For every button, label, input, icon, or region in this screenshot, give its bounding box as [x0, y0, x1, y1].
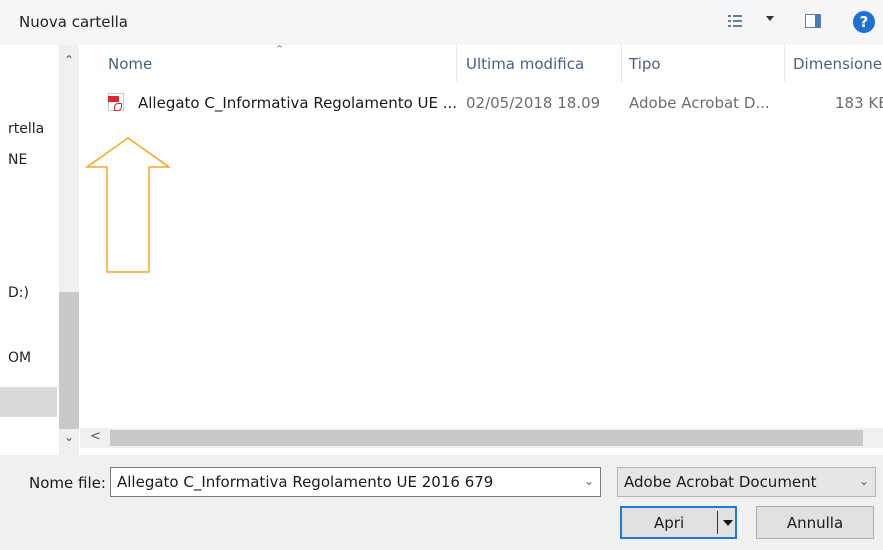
file-name: Allegato C_Informativa Regolamento UE ..…: [138, 94, 458, 112]
file-type: Adobe Acrobat D...: [629, 94, 770, 112]
horizontal-scrollbar[interactable]: <: [80, 428, 883, 448]
file-modified: 02/05/2018 18.09: [466, 94, 601, 112]
file-size: 183 KB: [835, 94, 883, 112]
open-dropdown-arrow-icon[interactable]: [723, 520, 733, 526]
cancel-button-label: Annulla: [786, 514, 844, 532]
filetype-value[interactable]: Adobe Acrobat Document: [624, 473, 817, 491]
filetype-select[interactable]: Adobe Acrobat Document ⌄: [617, 467, 876, 497]
chevron-down-icon[interactable]: ⌄: [859, 474, 869, 488]
preview-pane-icon[interactable]: [805, 14, 821, 28]
nav-item-folder[interactable]: rtella: [8, 121, 44, 137]
file-list: ⌃ Nome Ultima modifica Tipo Dimensione A…: [80, 43, 883, 455]
toolbar: Nuova cartella ?: [0, 0, 883, 45]
dialog-footer: Nome file: Allegato C_Informativa Regola…: [0, 455, 883, 550]
chevron-down-icon[interactable]: ⌄: [584, 474, 594, 488]
annotation-arrow-icon: [86, 137, 170, 273]
nav-scroll-thumb[interactable]: [59, 292, 79, 429]
help-icon[interactable]: ?: [853, 11, 875, 33]
column-divider[interactable]: [621, 45, 622, 82]
horizontal-scroll-thumb[interactable]: [110, 430, 863, 446]
column-divider[interactable]: [456, 45, 457, 82]
file-row[interactable]: Allegato C_Informativa Regolamento UE ..…: [104, 92, 883, 114]
open-button[interactable]: Apri: [620, 506, 737, 539]
filename-value[interactable]: Allegato C_Informativa Regolamento UE 20…: [117, 473, 493, 491]
column-header-type[interactable]: Tipo: [629, 55, 661, 73]
chevron-down-icon[interactable]: [766, 16, 774, 21]
filename-input[interactable]: Allegato C_Informativa Regolamento UE 20…: [110, 467, 601, 497]
scroll-down-icon[interactable]: ⌄: [64, 430, 74, 444]
nav-item-ne[interactable]: NE: [8, 152, 27, 168]
open-button-label: Apri: [654, 514, 685, 532]
scroll-up-icon[interactable]: ⌃: [64, 53, 74, 67]
nav-item-selected-highlight: [0, 387, 57, 417]
sort-ascending-icon: ⌃: [275, 43, 285, 56]
pdf-icon: [108, 93, 124, 111]
split-divider: [717, 511, 718, 534]
cancel-button[interactable]: Annulla: [756, 506, 874, 539]
column-header-size[interactable]: Dimensione: [793, 55, 882, 73]
new-folder-button[interactable]: Nuova cartella: [19, 13, 128, 31]
column-divider[interactable]: [784, 45, 785, 82]
scroll-left-icon[interactable]: <: [90, 429, 101, 444]
column-header-name[interactable]: Nome: [108, 55, 152, 73]
view-options-icon[interactable]: [728, 14, 742, 28]
nav-scrollbar[interactable]: ⌃ ⌄: [59, 45, 79, 455]
filename-label: Nome file:: [29, 474, 106, 492]
nav-item-drive-d[interactable]: D:): [8, 285, 29, 301]
nav-item-om[interactable]: OM: [8, 350, 31, 366]
column-header-modified[interactable]: Ultima modifica: [466, 55, 584, 73]
